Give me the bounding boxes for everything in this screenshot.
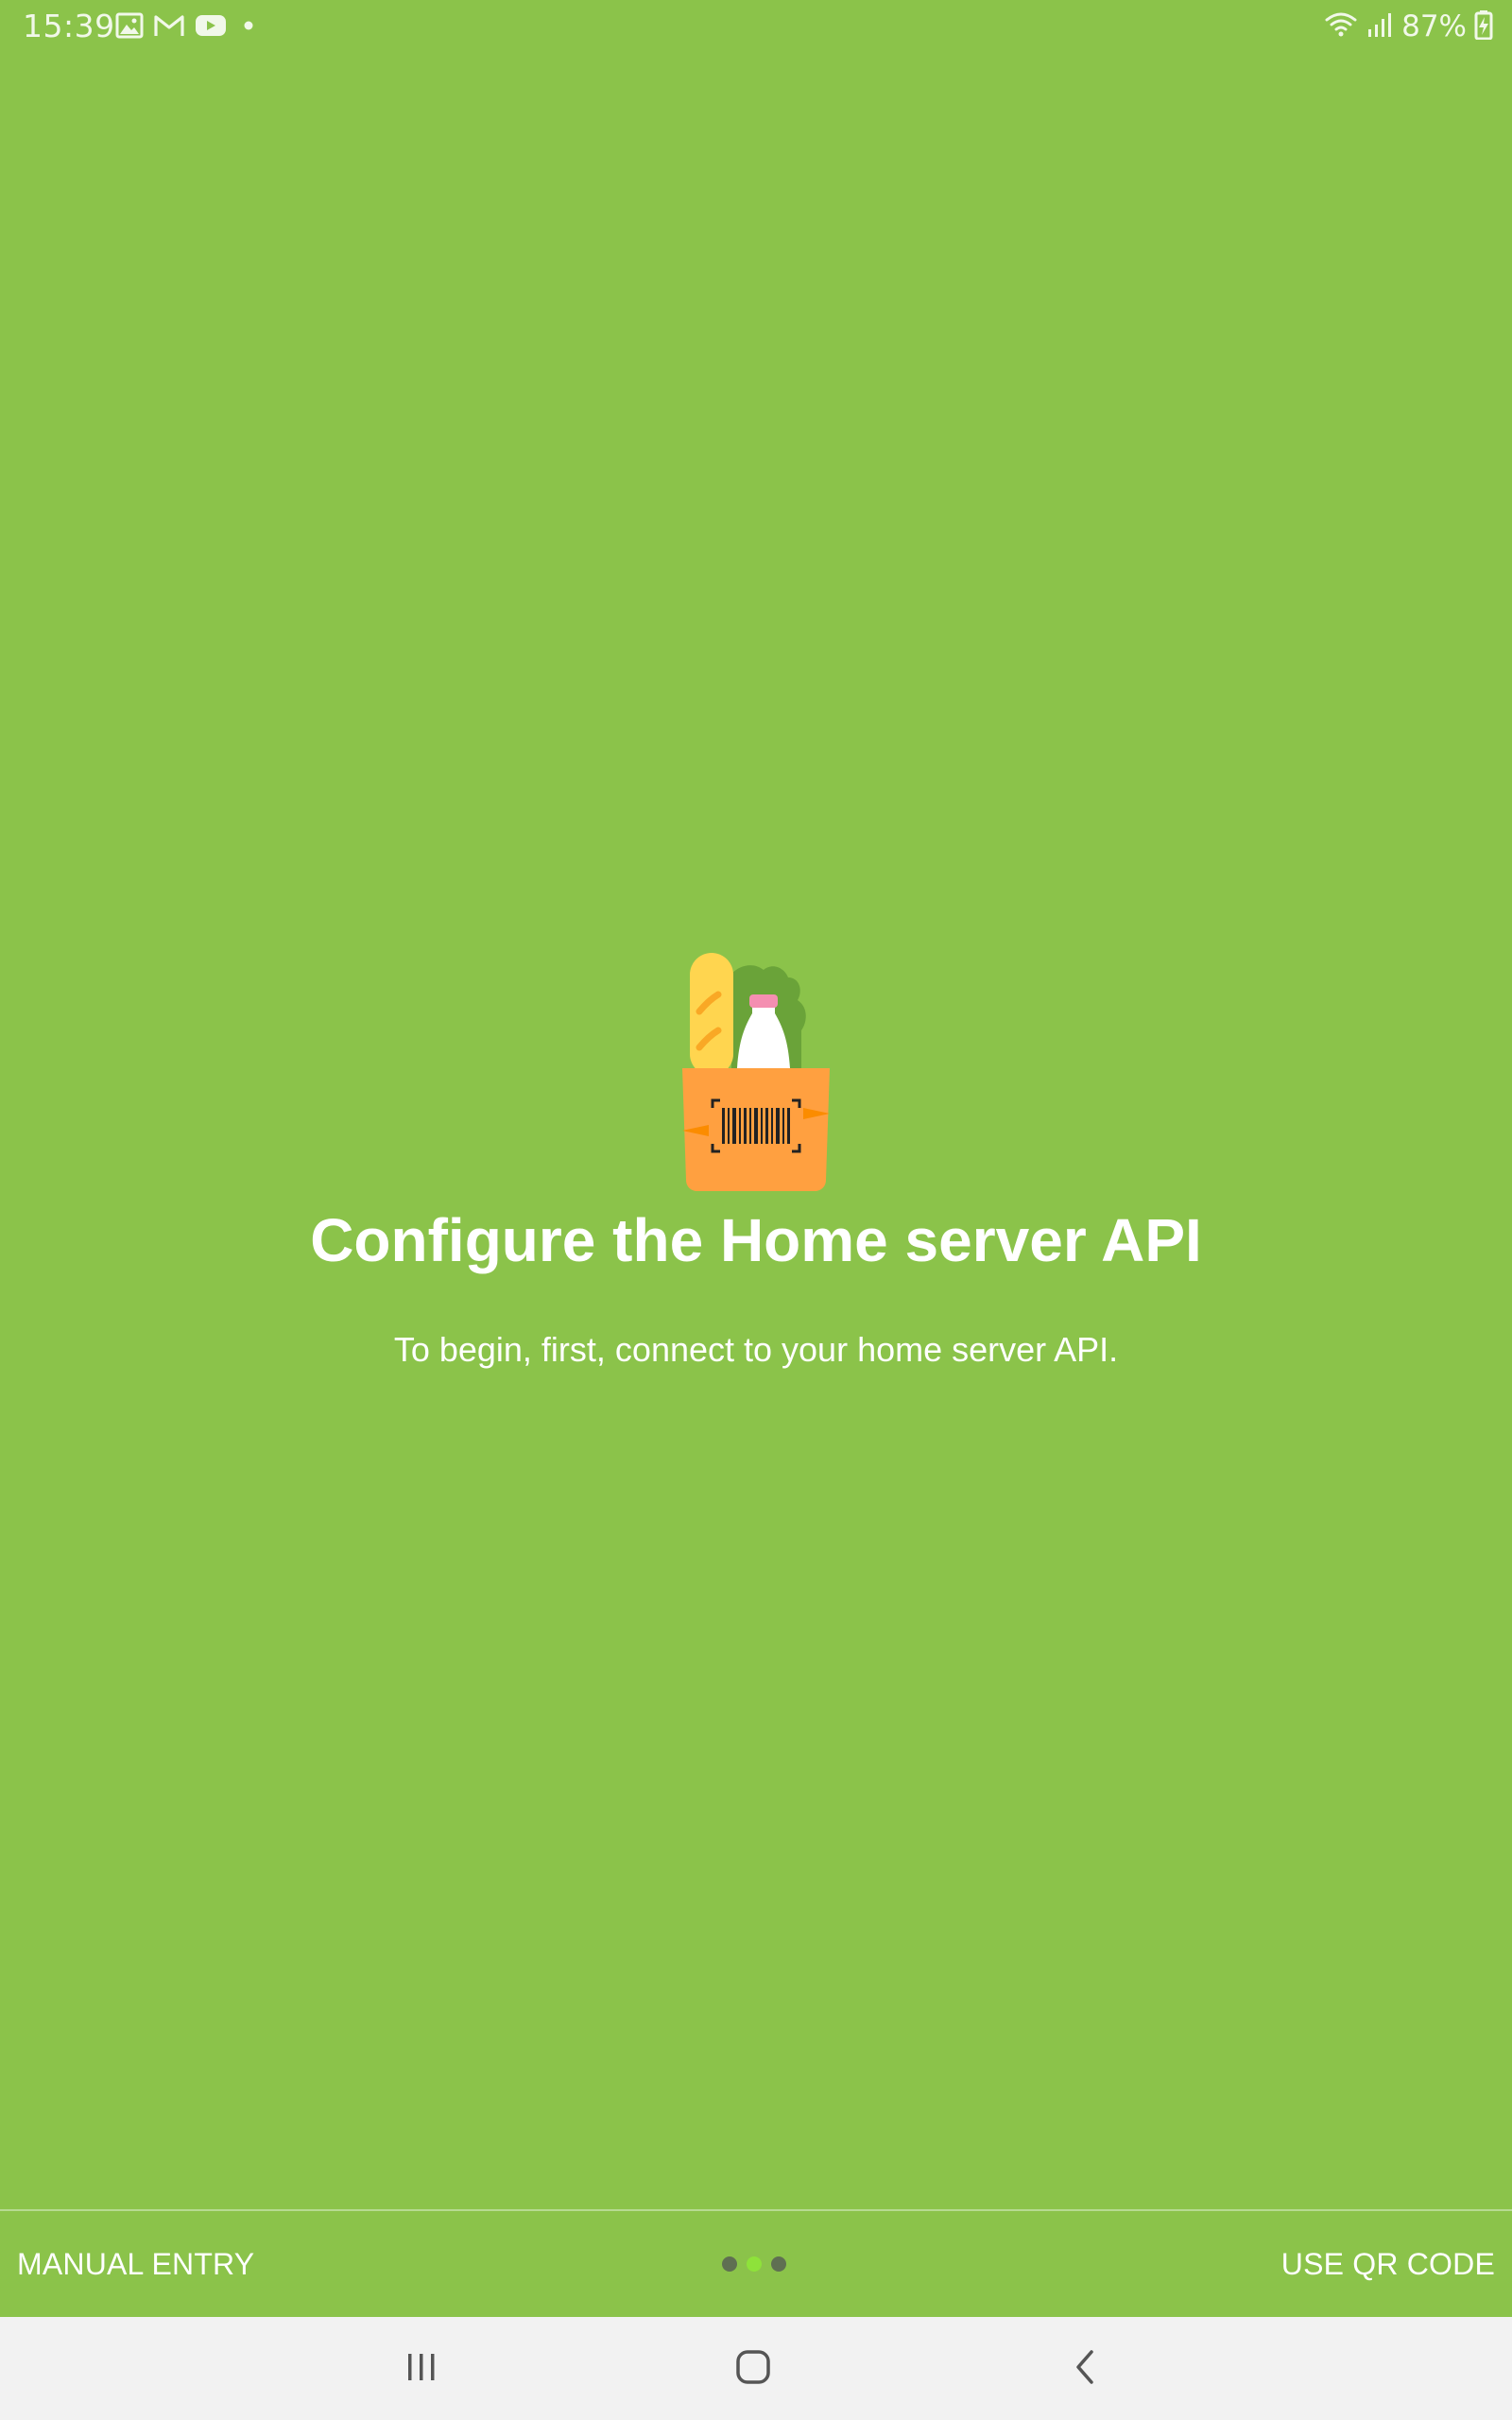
status-bar: 15:39 87% — [0, 0, 1512, 55]
grocery-bag-illustration — [677, 945, 835, 1193]
page-indicator-dot-active — [747, 2256, 762, 2272]
system-icons: 87% — [1324, 9, 1493, 43]
home-icon — [734, 2348, 772, 2390]
manual-entry-button[interactable]: MANUAL ENTRY — [17, 2211, 254, 2317]
page-indicator-dot — [722, 2256, 737, 2272]
back-button[interactable] — [1028, 2317, 1142, 2420]
onboarding-footer: MANUAL ENTRY USE QR CODE — [0, 2211, 1512, 2317]
gmail-icon — [153, 13, 185, 42]
battery-percentage: 87% — [1401, 9, 1467, 43]
notification-icons — [115, 12, 261, 43]
signal-icon — [1366, 10, 1394, 43]
status-time: 15:39 — [23, 8, 115, 44]
recents-button[interactable] — [365, 2317, 478, 2420]
gallery-icon — [115, 12, 144, 43]
wifi-icon — [1324, 10, 1358, 43]
page-title: Configure the Home server API — [310, 1206, 1202, 1274]
dot-icon — [236, 13, 261, 42]
page-indicator — [722, 2256, 786, 2272]
system-navigation-bar — [0, 2317, 1512, 2420]
battery-charging-icon — [1474, 9, 1493, 43]
use-qr-code-button[interactable]: USE QR CODE — [1281, 2211, 1495, 2317]
youtube-icon — [195, 13, 227, 42]
recents-icon — [403, 2350, 440, 2388]
page-subtitle: To begin, first, connect to your home se… — [393, 1330, 1119, 1369]
page-indicator-dot — [771, 2256, 786, 2272]
back-icon — [1071, 2348, 1099, 2390]
home-button[interactable] — [696, 2317, 810, 2420]
